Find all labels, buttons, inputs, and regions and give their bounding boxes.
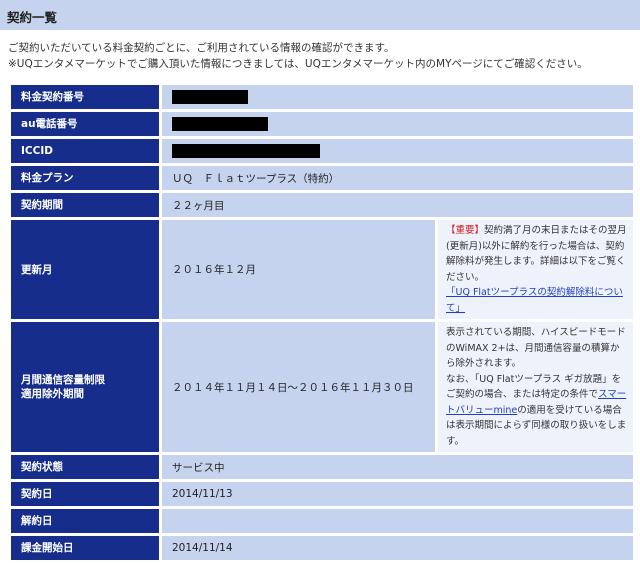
label-exclusion-line2: 適用除外期間 xyxy=(21,388,84,400)
row-period: 契約期間 ２２ヶ月目 xyxy=(11,193,633,217)
label-contract-date: 契約日 xyxy=(11,482,159,506)
label-exclusion-period: 月間通信容量制限 適用除外期間 xyxy=(11,322,159,452)
label-status: 契約状態 xyxy=(11,455,159,479)
label-period: 契約期間 xyxy=(11,193,159,217)
value-plan: ＵＱ Ｆｌａｔツープラス（特約） xyxy=(162,166,633,190)
redacted-block xyxy=(172,117,268,131)
label-au-phone: au電話番号 xyxy=(11,112,159,136)
exclusion-note: 表示されている期間、ハイスピードモードのWiMAX 2+は、月間通信容量の積算か… xyxy=(438,322,633,452)
cancellation-fee-link[interactable]: 「UQ Flatツープラスの契約解除料について」 xyxy=(446,287,623,314)
page-header: 契約一覧 xyxy=(0,0,640,30)
page-title: 契約一覧 xyxy=(7,10,58,25)
label-iccid: ICCID xyxy=(11,139,159,163)
exclusion-note-text1: 表示されている期間、ハイスピードモードのWiMAX 2+は、月間通信容量の積算か… xyxy=(446,327,626,369)
row-exclusion-period: 月間通信容量制限 適用除外期間 ２０１４年１１月１４日～２０１６年１１月３０日 … xyxy=(11,322,633,452)
value-au-phone xyxy=(162,112,633,136)
contract-table: 料金契約番号 au電話番号 ICCID 料金プラン ＵＱ Ｆｌａｔツープラス（特… xyxy=(8,82,636,563)
value-fee-number xyxy=(162,85,633,109)
row-status: 契約状態 サービス中 xyxy=(11,455,633,479)
renewal-note: 【重要】契約満了月の末日またはその翌月(更新月)以外に解約を行った場合は、契約解… xyxy=(438,220,633,319)
redacted-block xyxy=(172,90,248,104)
redacted-block xyxy=(172,144,320,158)
label-plan: 料金プラン xyxy=(11,166,159,190)
important-tag: 【重要】 xyxy=(446,225,485,236)
value-iccid xyxy=(162,139,633,163)
label-cancel-date: 解約日 xyxy=(11,509,159,533)
row-au-phone: au電話番号 xyxy=(11,112,633,136)
row-fee-number: 料金契約番号 xyxy=(11,85,633,109)
value-status: サービス中 xyxy=(162,455,633,479)
label-fee-number: 料金契約番号 xyxy=(11,85,159,109)
row-iccid: ICCID xyxy=(11,139,633,163)
value-exclusion-period: ２０１４年１１月１４日～２０１６年１１月３０日 xyxy=(162,322,435,452)
row-plan: 料金プラン ＵＱ Ｆｌａｔツープラス（特約） xyxy=(11,166,633,190)
row-contract-date: 契約日 2014/11/13 xyxy=(11,482,633,506)
row-renewal: 更新月 ２０１６年１２月 【重要】契約満了月の末日またはその翌月(更新月)以外に… xyxy=(11,220,633,319)
description-line-1: ご契約いただいている料金契約ごとに、ご利用されている情報の確認ができます。 xyxy=(8,42,395,54)
label-billing-start: 課金開始日 xyxy=(11,536,159,560)
value-period: ２２ヶ月目 xyxy=(162,193,633,217)
value-cancel-date xyxy=(162,509,633,533)
value-contract-date: 2014/11/13 xyxy=(162,482,633,506)
description-line-2: ※UQエンタメマーケットでご購入頂いた情報につきましては、UQエンタメマーケット… xyxy=(8,58,588,70)
row-billing-start: 課金開始日 2014/11/14 xyxy=(11,536,633,560)
row-cancel-date: 解約日 xyxy=(11,509,633,533)
value-billing-start: 2014/11/14 xyxy=(162,536,633,560)
label-renewal: 更新月 xyxy=(11,220,159,319)
exclusion-note-text2: なお、「UQ Flatツープラス ギガ放題」をご契約の場合、または特定の条件で xyxy=(446,373,622,401)
value-renewal: ２０１６年１２月 xyxy=(162,220,435,319)
label-exclusion-line1: 月間通信容量制限 xyxy=(21,374,105,386)
